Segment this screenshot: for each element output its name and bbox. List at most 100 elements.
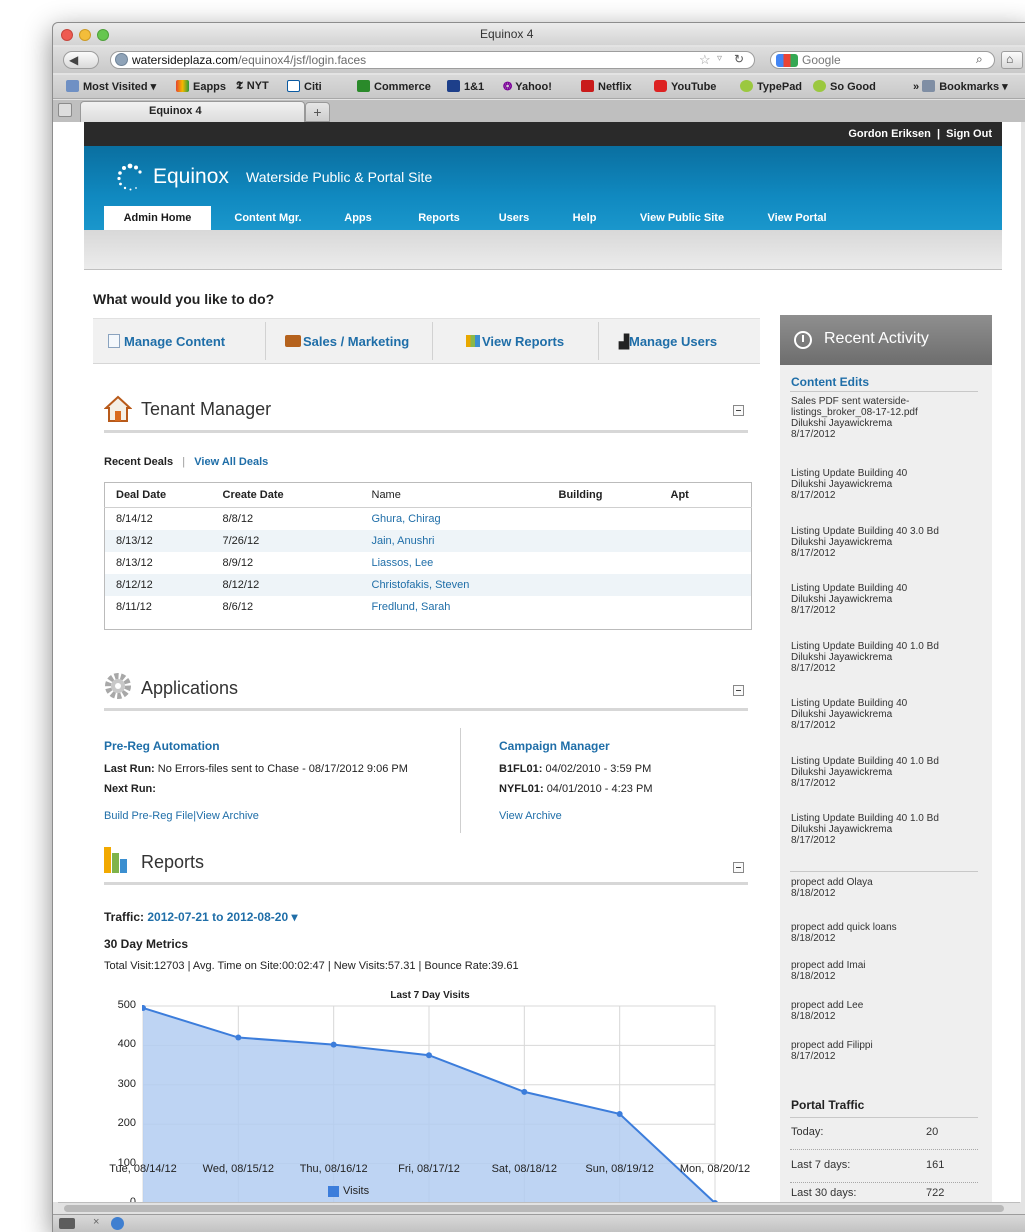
sign-out-link[interactable]: Sign Out [946, 128, 992, 140]
minimize-window-button[interactable] [79, 29, 91, 41]
td-icon [357, 80, 370, 92]
manage-users-button[interactable]: ▟Manage Users [619, 334, 717, 350]
quick-divider [598, 322, 599, 360]
column-header[interactable]: Apt [659, 482, 752, 508]
chart-title: Last 7 Day Visits [390, 990, 470, 1001]
adblock-icon[interactable] [59, 1218, 75, 1229]
zoom-window-button[interactable] [97, 29, 109, 41]
bookmark-yahoo[interactable]: ❂ Yahoo! [503, 80, 552, 93]
x-tick-label: Wed, 08/15/12 [202, 1163, 274, 1175]
prospect-date: 8/18/2012 [791, 888, 836, 899]
activity-date: 8/17/2012 [791, 777, 836, 789]
tab-title: Equinox 4 [149, 105, 202, 117]
collapse-reports-button[interactable] [733, 862, 744, 873]
address-bar[interactable]: watersideplaza.com/equinox4/jsf/login.fa… [110, 51, 755, 69]
bookmark-1and1[interactable]: 1&1 [447, 80, 484, 93]
nav-help[interactable]: Help [562, 206, 607, 231]
view-reports-button[interactable]: View Reports [466, 334, 564, 349]
activity-date: 8/17/2012 [791, 835, 836, 846]
bookmark-so-good[interactable]: So Good [813, 80, 876, 93]
bookmark-most-visited[interactable]: Most Visited ▾ [66, 80, 156, 93]
data-point [616, 1110, 623, 1117]
bookmark-commerce[interactable]: Commerce [357, 80, 431, 93]
column-header[interactable]: Deal Date [104, 482, 212, 508]
x-tick-label: Fri, 08/17/12 [398, 1163, 460, 1175]
table-row: 8/14/12 8/8/12 Ghura, Chirag [105, 508, 752, 530]
tab-groups-button[interactable] [58, 103, 72, 117]
citi-icon [287, 80, 300, 92]
reload-icon[interactable]: ↻ [734, 52, 744, 66]
last-run-line: Last Run: No Errors-files sent to Chase … [104, 763, 408, 775]
traffic-range-dropdown[interactable]: 2012-07-21 to 2012-08-20 ▾ [147, 910, 297, 924]
nav-reports[interactable]: Reports [404, 206, 474, 231]
quick-divider [265, 322, 266, 360]
tenant-name-link[interactable]: Liassos, Lee [361, 552, 548, 574]
new-tab-button[interactable]: + [305, 102, 330, 122]
nav-content-mgr[interactable]: Content Mgr. [223, 206, 313, 231]
prospect-date: 8/18/2012 [791, 933, 836, 944]
search-box[interactable]: Google ⌕ [770, 51, 995, 69]
campaign-line-1: B1FL01: 04/02/2010 - 3:59 PM [499, 763, 652, 775]
activity-title: Listing Update Building 40 [791, 468, 908, 479]
user-name: Gordon Eriksen [848, 128, 931, 140]
nav-admin-home[interactable]: Admin Home [104, 206, 211, 231]
bookmark-youtube[interactable]: YouTube [654, 80, 716, 93]
nav-apps[interactable]: Apps [333, 206, 383, 231]
collapse-tenant-button[interactable] [733, 405, 744, 416]
deals-links: Recent Deals | View All Deals [104, 456, 269, 468]
home-button[interactable]: ⌂ [1001, 51, 1023, 69]
y-tick-label: 200 [117, 1117, 136, 1130]
table-header-row: Deal Date Create Date Name Building Apt [104, 482, 752, 508]
sales-marketing-button[interactable]: Sales / Marketing [285, 334, 409, 349]
pre-reg-automation-title[interactable]: Pre-Reg Automation [104, 739, 220, 753]
campaign-view-archive-link[interactable]: View Archive [499, 810, 562, 822]
view-all-deals-link[interactable]: View All Deals [194, 456, 268, 468]
visits-chart [142, 1005, 718, 1206]
nav-view-portal[interactable]: View Portal [757, 206, 837, 231]
tenant-name-link[interactable]: Christofakis, Steven [360, 573, 548, 596]
back-button[interactable]: ◀ [63, 51, 99, 69]
home-icon: ⌂ [1006, 52, 1014, 66]
bookmark-citi[interactable]: Citi [287, 80, 322, 93]
column-header[interactable]: Name [360, 482, 548, 508]
traffic-value: 161 [926, 1159, 945, 1171]
campaign-manager-title[interactable]: Campaign Manager [499, 739, 610, 753]
scrollbar-thumb[interactable] [64, 1205, 1004, 1212]
bookmark-typepad[interactable]: TypePad [740, 80, 802, 93]
legend-swatch [328, 1186, 339, 1197]
section-divider [104, 430, 748, 433]
bookmark-star-icon[interactable]: ☆ [699, 52, 711, 68]
close-window-button[interactable] [61, 29, 73, 41]
nav-view-public-site[interactable]: View Public Site [627, 206, 737, 231]
collapse-applications-button[interactable] [733, 685, 744, 696]
column-header[interactable]: Create Date [211, 482, 361, 508]
view-archive-link[interactable]: View Archive [196, 810, 259, 822]
addon-icon[interactable] [111, 1217, 124, 1230]
dropdown-icon[interactable]: ▿ [717, 53, 722, 64]
next-run-label: Next Run: [104, 783, 156, 795]
tenant-name-link[interactable]: Jain, Anushri [360, 529, 548, 552]
yahoo-icon: ❂ [503, 81, 513, 93]
logo-text: Equinox [153, 165, 229, 188]
prospect-date: 8/18/2012 [791, 971, 836, 982]
horizontal-scrollbar[interactable] [58, 1202, 1020, 1214]
activity-title: Sales PDF sent waterside- [791, 396, 910, 407]
traffic-label: Last 7 days: [791, 1159, 851, 1171]
manage-content-button[interactable]: Manage Content [108, 334, 225, 349]
activity-title: Listing Update Building 40 [791, 698, 908, 709]
tenant-name-link[interactable]: Fredlund, Sarah [361, 596, 548, 618]
bookmark-eapps[interactable]: Eapps [176, 80, 226, 93]
browser-tab-active[interactable]: Equinox 4 [80, 101, 305, 122]
bookmark-nyt[interactable]: 𝕿 NYT [236, 80, 269, 93]
tenant-name-link[interactable]: Ghura, Chirag [361, 508, 548, 530]
column-header[interactable]: Building [547, 482, 660, 508]
close-icon[interactable]: × [93, 1216, 99, 1228]
bookmark-netflix[interactable]: Netflix [581, 80, 632, 93]
tenant-manager-title: Tenant Manager [141, 399, 272, 419]
recent-deals-label: Recent Deals [104, 456, 174, 468]
build-pre-reg-link[interactable]: Build Pre-Reg File [104, 810, 193, 822]
search-icon[interactable]: ⌕ [976, 52, 983, 67]
data-point [426, 1052, 432, 1059]
bookmarks-menu[interactable]: » Bookmarks ▾ [913, 80, 1008, 93]
nav-users[interactable]: Users [489, 206, 539, 231]
